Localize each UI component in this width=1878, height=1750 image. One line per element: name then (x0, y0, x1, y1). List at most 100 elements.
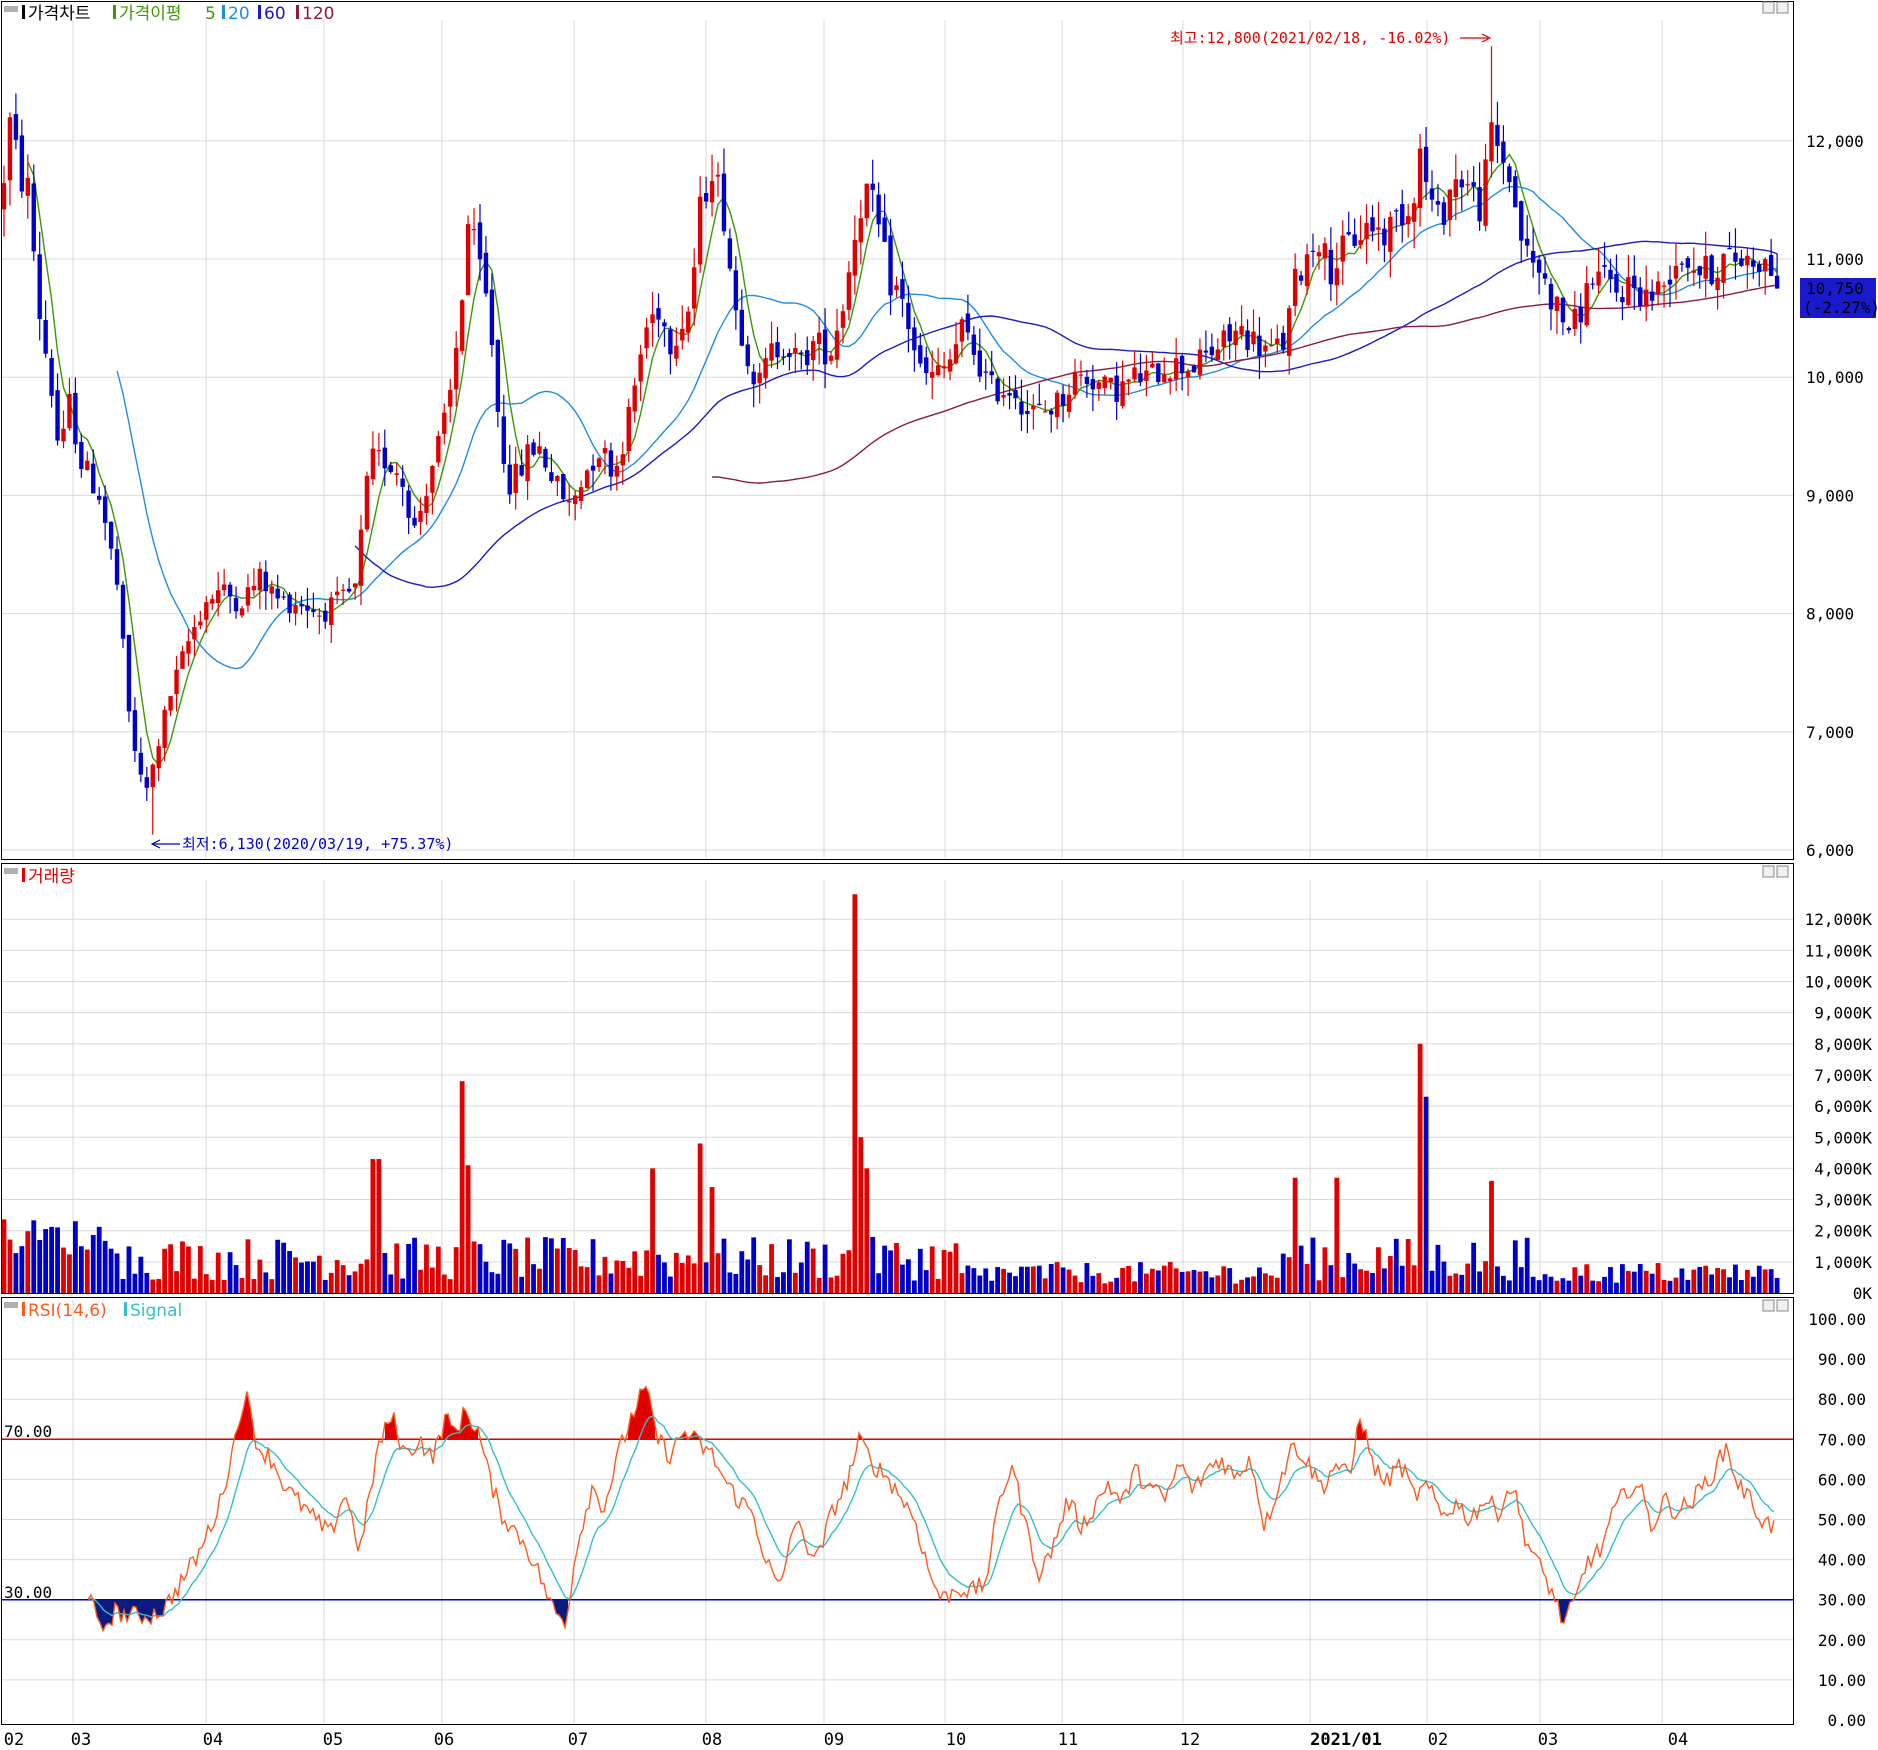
volume-bar (828, 1277, 834, 1293)
volume-bar (513, 1248, 519, 1293)
candle-body (376, 450, 382, 452)
volume-bar (1542, 1274, 1548, 1293)
volume-bar (1185, 1271, 1191, 1293)
volume-bar (894, 1242, 899, 1293)
volume-bar (584, 1267, 590, 1293)
minimize-icon[interactable] (1762, 1, 1775, 14)
volume-bar (685, 1255, 691, 1293)
candle-body (781, 356, 786, 358)
volume-bar (697, 1143, 703, 1293)
volume-bar (1358, 1269, 1363, 1293)
volume-panel-buttons[interactable] (1762, 865, 1789, 878)
volume-tick-label: 5,000K (1814, 1128, 1872, 1147)
volume-bar (1417, 1043, 1423, 1293)
candle-body (1715, 277, 1720, 291)
month-label: 04 (203, 1730, 223, 1750)
volume-bar (1268, 1275, 1274, 1293)
volume-bar (1768, 1269, 1774, 1293)
volume-bar (1506, 1280, 1512, 1293)
volume-bar (209, 1279, 215, 1293)
volume-bar (1399, 1265, 1405, 1293)
volume-bar (287, 1251, 292, 1293)
candle-body (287, 594, 292, 614)
candle-body (323, 610, 328, 622)
candle-body (73, 392, 78, 445)
candle-body (1519, 201, 1524, 241)
volume-tick-label: 3,000K (1814, 1191, 1872, 1210)
candle-body (1560, 297, 1566, 323)
candle-body (1626, 277, 1631, 306)
candle-body (132, 710, 138, 752)
rsi-overbought-fill (235, 1391, 253, 1440)
volume-bar (471, 1241, 477, 1293)
close-icon[interactable] (1776, 865, 1789, 878)
candle-body (186, 641, 191, 654)
volume-bar (834, 1275, 840, 1293)
price-panel-buttons[interactable] (1762, 1, 1789, 14)
candle-body (787, 352, 792, 358)
legend-marker-signal (124, 1302, 127, 1316)
rsi-legend-signal: Signal (130, 1301, 182, 1321)
candle-body (608, 450, 614, 477)
volume-bar (923, 1270, 929, 1293)
candle-body (459, 300, 465, 351)
volume-bar (144, 1272, 150, 1293)
candle-body (763, 358, 768, 379)
candle-body (49, 357, 54, 396)
candle-body (590, 465, 596, 471)
volume-bar (1756, 1265, 1762, 1293)
candle-body (430, 466, 435, 493)
volume-bar (1405, 1239, 1411, 1293)
volume-bar (1667, 1280, 1673, 1293)
volume-bar (501, 1239, 507, 1293)
volume-tick-label: 10,000K (1805, 973, 1873, 992)
rsi-tick-label: 100.00 (1808, 1310, 1866, 1329)
volume-bar (1280, 1253, 1286, 1293)
volume-bar (1334, 1177, 1340, 1293)
volume-bar (1441, 1261, 1447, 1293)
volume-bar (1602, 1276, 1607, 1293)
volume-bar (900, 1264, 905, 1293)
rsi-tick-label: 30.00 (1818, 1591, 1866, 1610)
candle-body (977, 350, 982, 377)
candle-body (1001, 395, 1006, 398)
volume-bar (1072, 1275, 1078, 1293)
candle-body (858, 218, 863, 243)
volume-bar (644, 1250, 649, 1293)
candle-body (1459, 179, 1464, 188)
candle-body (989, 371, 994, 376)
candle-body (424, 496, 429, 513)
candle-body (221, 584, 227, 591)
minimize-icon[interactable] (1762, 865, 1775, 878)
month-label: 12 (1180, 1730, 1200, 1750)
volume-bar (840, 1253, 846, 1293)
close-icon[interactable] (1776, 1299, 1789, 1312)
candle-body (983, 371, 988, 373)
volume-bar (650, 1168, 655, 1293)
volume-bar (1251, 1276, 1256, 1293)
month-label: 09 (824, 1730, 844, 1750)
volume-tick-label: 11,000K (1805, 941, 1873, 960)
volume-bar (1685, 1279, 1691, 1293)
rsi-tick-label: 20.00 (1818, 1631, 1866, 1650)
volume-bar (465, 1165, 471, 1293)
rsi-panel-buttons[interactable] (1762, 1299, 1789, 1312)
candle-body (1191, 366, 1197, 373)
candle-body (531, 442, 536, 455)
volume-bar (78, 1246, 84, 1293)
candle-body (650, 314, 655, 324)
candle-body (97, 495, 102, 500)
candle-body (317, 615, 322, 617)
volume-bar (227, 1252, 233, 1293)
candle-body (281, 596, 286, 598)
candle-body (1102, 376, 1107, 389)
candle-body (751, 371, 756, 385)
volume-bar (31, 1220, 37, 1293)
volume-bar (1191, 1270, 1197, 1293)
volume-bar (340, 1265, 346, 1293)
candle-body (1132, 367, 1137, 380)
volume-bar (1108, 1281, 1114, 1293)
close-icon[interactable] (1776, 1, 1789, 14)
volume-bar (1245, 1277, 1250, 1293)
minimize-icon[interactable] (1762, 1299, 1775, 1312)
